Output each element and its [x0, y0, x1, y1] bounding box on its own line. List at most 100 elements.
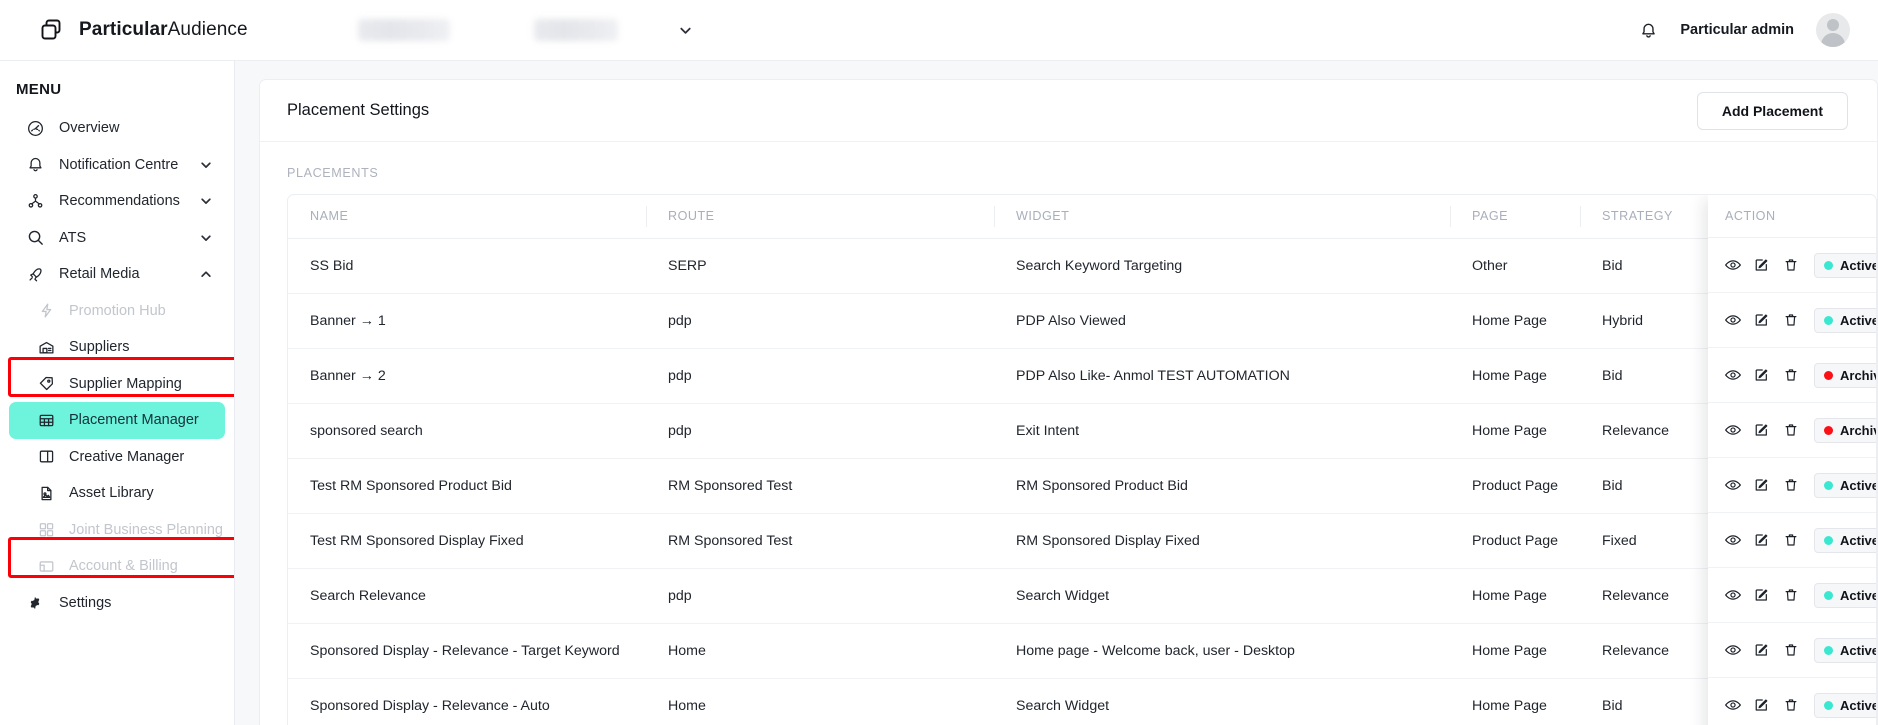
chevron-down-icon[interactable]: [199, 158, 213, 172]
edit-pencil-icon[interactable]: [1752, 476, 1771, 495]
sidebar-item-asset-library[interactable]: Asset Library: [9, 475, 225, 512]
cell-name: Sponsored Display - Relevance - Target K…: [288, 623, 646, 679]
status-badge[interactable]: Archive: [1814, 417, 1876, 443]
sidebar-item-label: Joint Business Planning: [69, 521, 223, 538]
status-badge-label: Active: [1840, 532, 1876, 548]
brand-name: ParticularAudience: [79, 19, 248, 41]
account-selector-redacted-2[interactable]: [534, 19, 618, 41]
cell-page: Other: [1450, 238, 1580, 294]
table-row[interactable]: sponsored search pdp Exit Intent Home Page R…: [288, 403, 1876, 459]
sidebar-item-placement-manager[interactable]: Placement Manager: [9, 402, 225, 439]
table-row[interactable]: Search Relevance pdp Search Widget Home Pag…: [288, 568, 1876, 624]
trash-icon[interactable]: [1781, 421, 1800, 440]
eye-icon[interactable]: [1723, 256, 1742, 275]
edit-pencil-icon[interactable]: [1752, 256, 1771, 275]
edit-pencil-icon[interactable]: [1752, 311, 1771, 330]
table-row[interactable]: SS Bid SERP Search Keyword Targeting Other B…: [288, 238, 1876, 294]
network-icon: [25, 191, 45, 211]
status-badge[interactable]: Active: [1814, 527, 1876, 553]
action-column: ACTION ActiveActiveArchiveArchiveActiveA…: [1708, 195, 1876, 725]
sidebar: MENU Overview Notification Centre Recommen…: [0, 61, 235, 725]
eye-icon[interactable]: [1723, 586, 1742, 605]
table-row[interactable]: Test RM Sponsored Display Fixed RM Sponso…: [288, 513, 1876, 569]
sidebar-item-account-billing: Account & Billing: [9, 548, 225, 585]
edit-pencil-icon[interactable]: [1752, 641, 1771, 660]
table-row[interactable]: Banner → 2 pdp PDP Also Like- Anmol TEST A…: [288, 348, 1876, 404]
status-badge[interactable]: Active: [1814, 307, 1876, 333]
bolt-icon: [36, 301, 56, 321]
gear-icon: [25, 593, 45, 613]
brand-name-light: Audience: [167, 19, 248, 40]
chevron-up-icon[interactable]: [199, 267, 213, 281]
sidebar-item-recommendations[interactable]: Recommendations: [9, 183, 225, 220]
cell-route: pdp: [646, 403, 994, 459]
trash-icon[interactable]: [1781, 256, 1800, 275]
sidebar-item-retail-media[interactable]: Retail Media: [9, 256, 225, 293]
eye-icon[interactable]: [1723, 476, 1742, 495]
action-row: Active: [1708, 293, 1876, 348]
status-badge-label: Archive: [1840, 367, 1876, 383]
status-dot: [1824, 425, 1833, 435]
sidebar-item-creative-manager[interactable]: Creative Manager: [9, 439, 225, 476]
edit-pencil-icon[interactable]: [1752, 366, 1771, 385]
app-root: ParticularAudience Particular admin MENU…: [0, 0, 1878, 725]
eye-icon[interactable]: [1723, 421, 1742, 440]
status-badge-label: Active: [1840, 477, 1876, 493]
cell-widget: Exit Intent: [994, 403, 1450, 459]
trash-icon[interactable]: [1781, 476, 1800, 495]
brand-logo[interactable]: ParticularAudience: [38, 16, 282, 44]
table-row[interactable]: Sponsored Display - Relevance - Target K…: [288, 623, 1876, 679]
chevron-down-icon[interactable]: [678, 23, 693, 38]
trash-icon[interactable]: [1781, 531, 1800, 550]
eye-icon[interactable]: [1723, 311, 1742, 330]
eye-icon[interactable]: [1723, 531, 1742, 550]
eye-icon[interactable]: [1723, 696, 1742, 715]
cell-page: Product Page: [1450, 458, 1580, 514]
status-badge-label: Active: [1840, 697, 1876, 713]
avatar[interactable]: [1816, 13, 1850, 47]
status-dot: [1824, 700, 1833, 710]
status-badge[interactable]: Archive: [1814, 362, 1876, 388]
sidebar-item-ats[interactable]: ATS: [9, 220, 225, 257]
action-row: Active: [1708, 623, 1876, 678]
edit-pencil-icon[interactable]: [1752, 586, 1771, 605]
grid-table-icon: [36, 410, 56, 430]
cell-page: Product Page: [1450, 513, 1580, 569]
action-row: Archive: [1708, 348, 1876, 403]
cell-name: Test RM Sponsored Display Fixed: [288, 513, 646, 569]
sidebar-item-label: Asset Library: [69, 485, 154, 502]
chevron-down-icon[interactable]: [199, 231, 213, 245]
cell-widget: Search Widget: [994, 678, 1450, 725]
status-badge[interactable]: Active: [1814, 692, 1876, 718]
sidebar-item-suppliers[interactable]: Suppliers: [9, 329, 225, 366]
trash-icon[interactable]: [1781, 586, 1800, 605]
status-badge[interactable]: Active: [1814, 637, 1876, 663]
edit-pencil-icon[interactable]: [1752, 421, 1771, 440]
eye-icon[interactable]: [1723, 641, 1742, 660]
sidebar-item-overview[interactable]: Overview: [9, 110, 225, 147]
edit-pencil-icon[interactable]: [1752, 531, 1771, 550]
trash-icon[interactable]: [1781, 641, 1800, 660]
action-row: Active: [1708, 238, 1876, 293]
trash-icon[interactable]: [1781, 696, 1800, 715]
placements-table-box[interactable]: NAME ROUTE WIDGET PAGE STRATEGY SS Bid SERP Se…: [287, 194, 1877, 725]
status-badge[interactable]: Active: [1814, 252, 1876, 278]
cell-route: Home: [646, 623, 994, 679]
table-row[interactable]: Banner → 1 pdp PDP Also Viewed Home Page Hyb…: [288, 293, 1876, 349]
status-badge[interactable]: Active: [1814, 582, 1876, 608]
cell-route: pdp: [646, 348, 994, 404]
add-placement-button[interactable]: Add Placement: [1696, 91, 1848, 130]
sidebar-item-notification-centre[interactable]: Notification Centre: [9, 147, 225, 184]
edit-pencil-icon[interactable]: [1752, 696, 1771, 715]
table-row[interactable]: Sponsored Display - Relevance - Auto Home…: [288, 678, 1876, 725]
trash-icon[interactable]: [1781, 366, 1800, 385]
trash-icon[interactable]: [1781, 311, 1800, 330]
sidebar-item-settings[interactable]: Settings: [9, 585, 225, 622]
bell-icon[interactable]: [1639, 21, 1658, 40]
status-badge[interactable]: Active: [1814, 472, 1876, 498]
eye-icon[interactable]: [1723, 366, 1742, 385]
sidebar-item-supplier-mapping[interactable]: Supplier Mapping: [9, 366, 225, 403]
account-selector-redacted-1[interactable]: [358, 19, 450, 41]
chevron-down-icon[interactable]: [199, 194, 213, 208]
table-row[interactable]: Test RM Sponsored Product Bid RM Sponsore…: [288, 458, 1876, 514]
